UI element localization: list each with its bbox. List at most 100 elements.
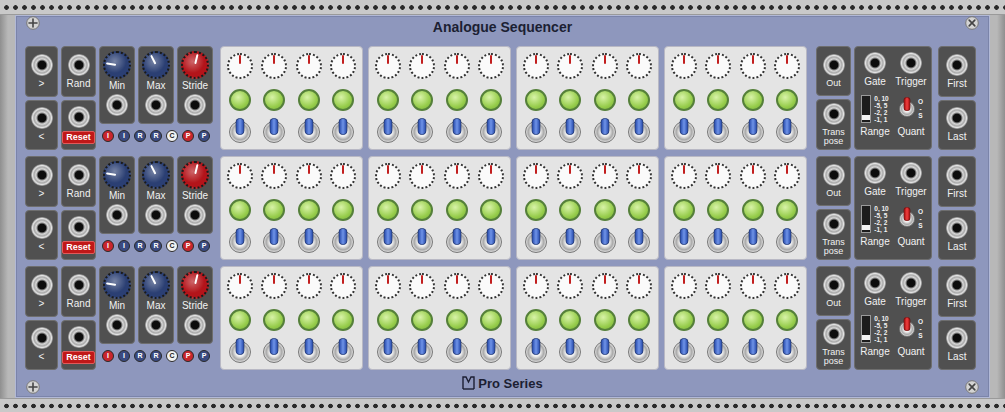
step-button[interactable] [480, 309, 502, 331]
clock-input-jack[interactable] [31, 164, 53, 186]
control-jack[interactable] [68, 274, 90, 296]
output-jack[interactable] [823, 323, 845, 345]
step-button[interactable] [229, 89, 251, 111]
step-button[interactable] [298, 199, 320, 221]
step-button[interactable] [263, 309, 285, 331]
step-switch[interactable] [332, 121, 354, 143]
step-switch[interactable] [776, 231, 798, 253]
step-button[interactable] [229, 309, 251, 331]
step-switch[interactable] [707, 121, 729, 143]
output-jack[interactable] [823, 103, 845, 125]
step-button[interactable] [377, 309, 399, 331]
step-switch[interactable] [594, 121, 616, 143]
step-button[interactable] [525, 89, 547, 111]
step-button[interactable] [525, 309, 547, 331]
step-knob[interactable] [740, 273, 766, 299]
step-knob[interactable] [557, 163, 583, 189]
step-switch[interactable] [594, 231, 616, 253]
step-knob[interactable] [296, 53, 322, 79]
step-knob[interactable] [478, 273, 504, 299]
step-button[interactable] [742, 199, 764, 221]
param-knob[interactable] [181, 161, 209, 189]
step-button[interactable] [707, 309, 729, 331]
control-jack[interactable] [68, 326, 90, 348]
gate-jack[interactable] [864, 162, 886, 184]
step-switch[interactable] [480, 341, 502, 363]
step-switch[interactable] [298, 121, 320, 143]
param-knob[interactable] [142, 51, 170, 79]
step-knob[interactable] [523, 53, 549, 79]
step-button[interactable] [332, 309, 354, 331]
step-knob[interactable] [478, 53, 504, 79]
clock-input-jack[interactable] [31, 217, 53, 239]
step-knob[interactable] [740, 53, 766, 79]
step-switch[interactable] [742, 231, 764, 253]
cv-jack[interactable] [145, 204, 167, 226]
step-knob[interactable] [409, 273, 435, 299]
step-button[interactable] [411, 309, 433, 331]
gate-jack[interactable] [864, 272, 886, 294]
step-button[interactable] [594, 309, 616, 331]
step-switch[interactable] [707, 341, 729, 363]
clock-input-jack[interactable] [31, 327, 53, 349]
control-jack[interactable] [68, 164, 90, 186]
step-switch[interactable] [742, 341, 764, 363]
step-knob[interactable] [375, 163, 401, 189]
end-input-jack[interactable] [946, 54, 968, 76]
step-switch[interactable] [377, 231, 399, 253]
step-switch[interactable] [628, 121, 650, 143]
step-button[interactable] [559, 199, 581, 221]
param-knob[interactable] [103, 51, 131, 79]
step-switch[interactable] [229, 341, 251, 363]
param-knob[interactable] [103, 161, 131, 189]
step-switch[interactable] [673, 341, 695, 363]
step-knob[interactable] [626, 53, 652, 79]
step-switch[interactable] [673, 121, 695, 143]
step-knob[interactable] [626, 163, 652, 189]
step-button[interactable] [446, 309, 468, 331]
gate-jack[interactable] [900, 52, 922, 74]
step-switch[interactable] [411, 121, 433, 143]
step-switch[interactable] [229, 121, 251, 143]
param-knob[interactable] [181, 51, 209, 79]
cv-jack[interactable] [145, 94, 167, 116]
output-jack[interactable] [823, 213, 845, 235]
step-switch[interactable] [480, 121, 502, 143]
step-knob[interactable] [740, 163, 766, 189]
step-button[interactable] [480, 89, 502, 111]
quant-switch[interactable] [899, 101, 915, 117]
clock-input-jack[interactable] [31, 274, 53, 296]
step-switch[interactable] [525, 341, 547, 363]
step-switch[interactable] [628, 231, 650, 253]
clock-input-jack[interactable] [31, 107, 53, 129]
cv-jack[interactable] [184, 94, 206, 116]
step-button[interactable] [673, 199, 695, 221]
step-switch[interactable] [446, 121, 468, 143]
cv-jack[interactable] [106, 314, 128, 336]
step-knob[interactable] [444, 163, 470, 189]
step-knob[interactable] [557, 273, 583, 299]
gate-jack[interactable] [900, 272, 922, 294]
step-switch[interactable] [594, 341, 616, 363]
control-jack[interactable] [68, 54, 90, 76]
step-switch[interactable] [707, 231, 729, 253]
step-button[interactable] [446, 199, 468, 221]
step-knob[interactable] [774, 53, 800, 79]
step-knob[interactable] [705, 163, 731, 189]
step-knob[interactable] [330, 163, 356, 189]
step-knob[interactable] [261, 273, 287, 299]
step-button[interactable] [377, 89, 399, 111]
step-button[interactable] [298, 89, 320, 111]
param-knob[interactable] [103, 271, 131, 299]
step-knob[interactable] [671, 53, 697, 79]
step-switch[interactable] [480, 231, 502, 253]
step-knob[interactable] [592, 53, 618, 79]
step-switch[interactable] [298, 231, 320, 253]
step-button[interactable] [776, 309, 798, 331]
end-input-jack[interactable] [946, 107, 968, 129]
param-knob[interactable] [181, 271, 209, 299]
step-knob[interactable] [375, 53, 401, 79]
step-switch[interactable] [263, 231, 285, 253]
step-button[interactable] [776, 89, 798, 111]
step-switch[interactable] [446, 231, 468, 253]
